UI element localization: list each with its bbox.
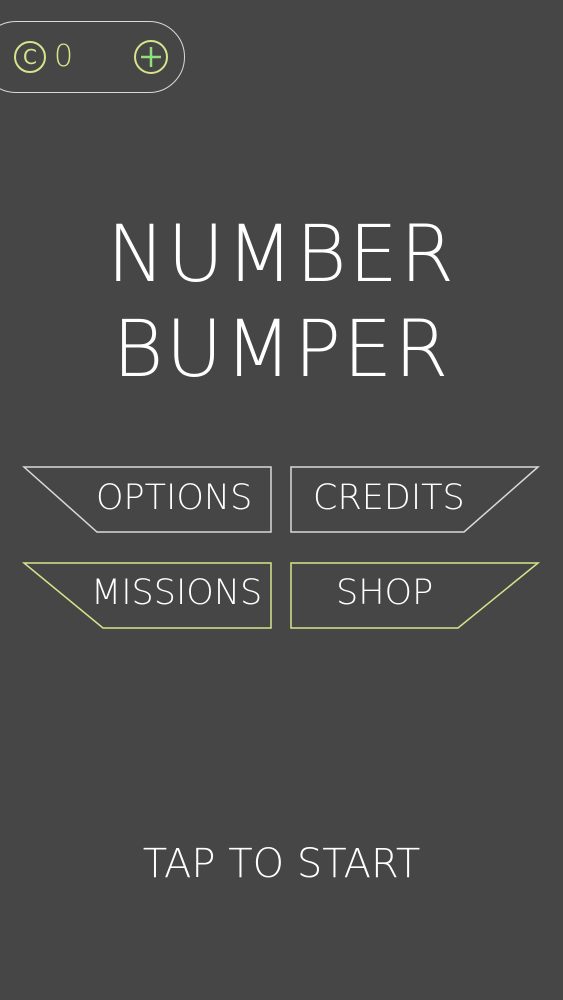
shop-button[interactable]: SHOP [336,571,433,615]
options-button[interactable]: OPTIONS [96,476,252,520]
credits-button[interactable]: CREDITS [313,476,465,520]
tap-to-start[interactable]: TAP TO START [0,838,563,890]
missions-button[interactable]: MISSIONS [91,571,262,615]
